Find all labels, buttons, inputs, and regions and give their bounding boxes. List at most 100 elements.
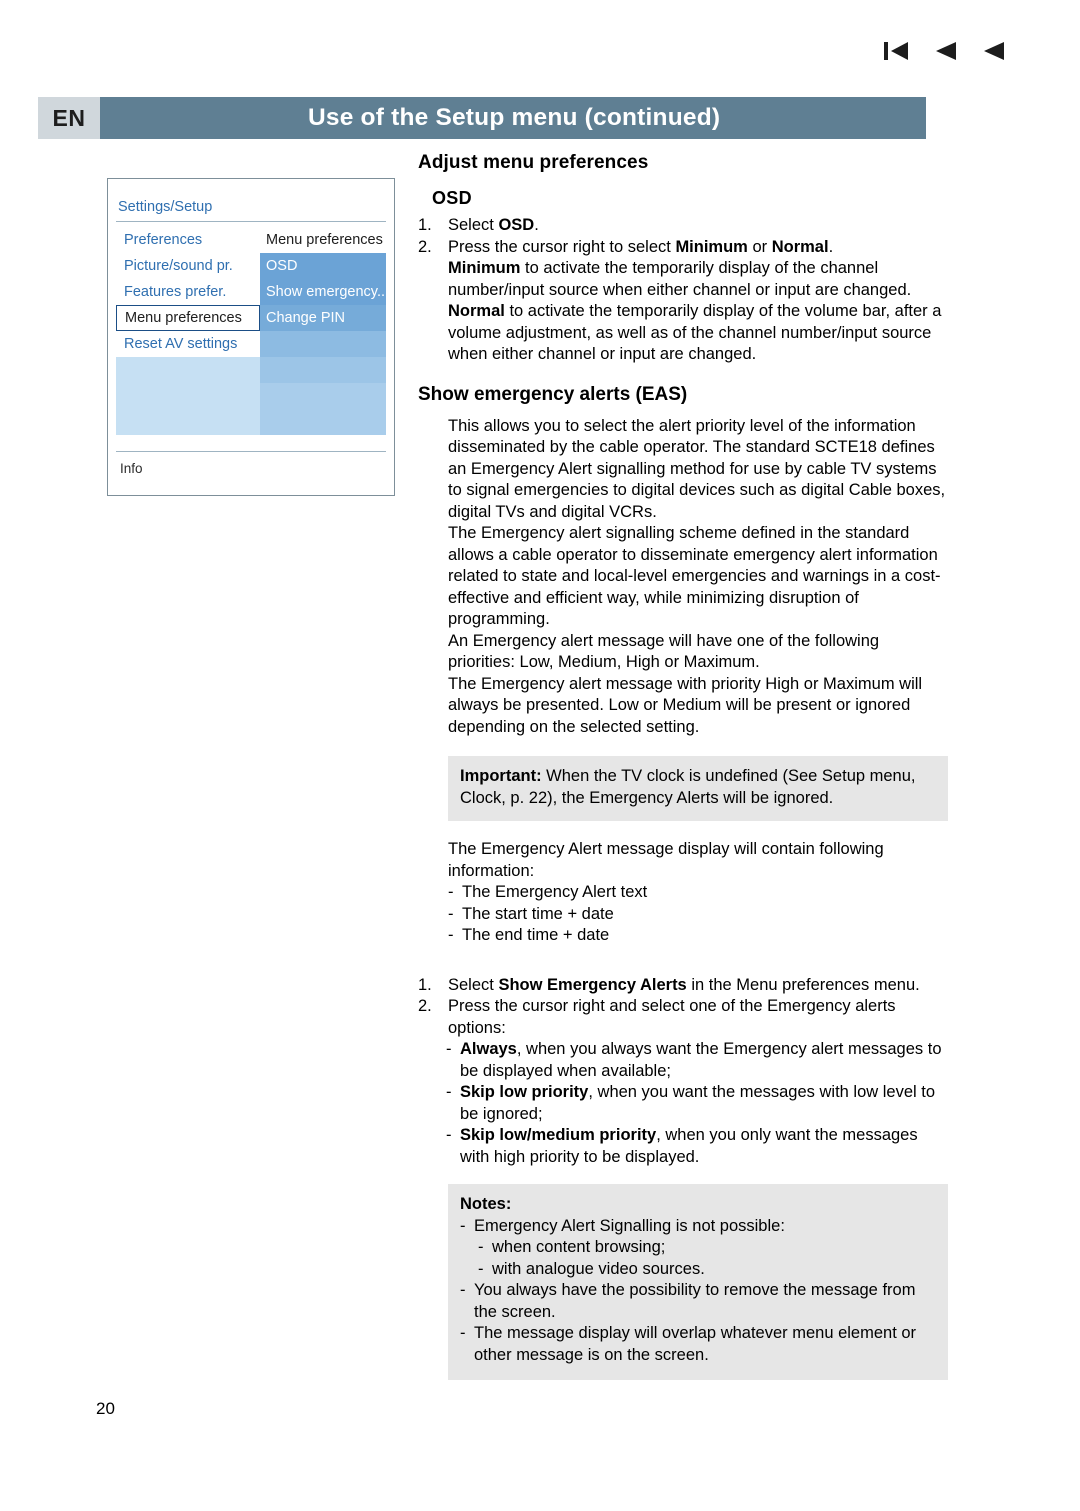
osd-step-2-body: Press the cursor right to select Minimum… [448,237,948,259]
dash-option-1: - [446,1040,452,1058]
notes-title: Notes: [460,1195,512,1213]
skip-back-icon[interactable] [882,38,910,64]
page-number: 20 [96,1399,115,1418]
final-step-2-body: Press the cursor right and select one of… [448,997,896,1037]
osd-item-picture-sound[interactable]: Picture/sound pr. [116,253,260,279]
option-skip-low-medium: - Skip low/medium priority, when you only… [446,1125,948,1168]
language-chip: EN [38,97,100,139]
osd-left-filler-1 [116,357,260,383]
osd-item-preferences[interactable]: Preferences [116,227,260,253]
dash-2: - [448,904,454,923]
option-skip-low-medium-body: Skip low/medium priority, when you only … [460,1125,948,1168]
note-1-sub-1-text: when content browsing; [492,1238,666,1256]
osd-step-2-number: 2. [418,237,432,256]
option-always-text: , when you always want the Emergency ale… [460,1040,942,1080]
triangle-left-icon[interactable] [932,38,958,64]
dash-1: - [448,883,454,901]
osd-item-features[interactable]: Features prefer. [116,279,260,305]
final-step-1: 1. Select Show Emergency Alerts in the M… [418,975,948,997]
eas-paragraph-1: This allows you to select the alert prio… [448,416,946,521]
osd-right-item-change-pin[interactable]: Change PIN [260,305,386,331]
osd-info-label: Info [120,461,143,476]
display-item-1: - The Emergency Alert text [448,882,948,904]
osd-title: Settings/Setup [118,199,213,215]
final-step-1-pre: Select [448,975,499,994]
osd-right-column: Menu preferences OSD Show emergency.. Ch… [260,227,386,435]
osd-item-reset-av[interactable]: Reset AV settings [116,331,260,357]
osd-divider-top [116,221,386,222]
osd-item-menu-preferences[interactable]: Menu preferences [116,305,260,331]
note-1-sub-1: - when content browsing; [478,1237,936,1259]
option-always-body: Always, when you always want the Emergen… [460,1039,948,1082]
dash-note-1: - [460,1216,466,1235]
dash-note-3: - [460,1324,466,1342]
note-2-text: You always have the possibility to remov… [474,1281,916,1321]
display-intro-paragraph: The Emergency Alert message display will… [448,840,884,880]
option-skip-low-body: Skip low priority, when you want the mes… [460,1082,948,1125]
osd-right-header: Menu preferences [266,232,383,248]
osd-steps-list: 1. Select OSD. 2. Press the cursor right… [418,215,948,258]
note-1-sub-2: - with analogue video sources. [478,1259,936,1281]
osd-step-2: 2. Press the cursor right to select Mini… [418,237,948,259]
osd-right-filler-3 [260,383,386,409]
osd-step-2-bold-minimum: Minimum [675,237,748,256]
notes-callout: Notes: - Emergency Alert Signalling is no… [448,1184,948,1380]
osd-right-filler-1 [260,331,386,357]
display-item-2: - The start time + date [448,904,948,926]
option-skip-low-medium-label: Skip low/medium priority [460,1126,657,1144]
osd-left-filler-2 [116,383,260,409]
osd-step-2-mid: or [747,237,772,256]
osd-step-1-body: Select OSD. [448,215,948,237]
page-navigation-arrows[interactable] [882,38,1006,64]
osd-step-1-text: Select [448,216,499,234]
dash-3: - [448,926,454,944]
main-content: Adjust menu preferences OSD 1. Select OS… [418,152,948,1380]
dash-note-2: - [460,1281,466,1299]
osd-right-filler-4 [260,409,386,435]
note-3-text: The message display will overlap whateve… [474,1324,917,1364]
osd-right-item-osd[interactable]: OSD [260,253,386,279]
osd-right-item-show-emergency[interactable]: Show emergency.. [260,279,386,305]
page-title: Use of the Setup menu (continued) [308,104,721,131]
dash-option-3: - [446,1126,452,1144]
section-title-show-emergency-alerts: Show emergency alerts (EAS) [418,383,688,405]
normal-text: to activate the temporarily display of t… [448,302,942,363]
eas-paragraph-3: An Emergency alert message will have one… [448,631,880,672]
note-3: - The message display will overlap whatev… [460,1323,936,1366]
option-skip-low-label: Skip low priority [460,1083,589,1101]
display-item-2-text: The start time + date [462,904,614,923]
subsection-title-osd: OSD [432,188,472,208]
note-1-sub-2-text: with analogue video sources. [492,1259,705,1278]
osd-step-1: 1. Select OSD. [418,215,948,237]
option-always-label: Always [460,1040,517,1058]
dash-note-1-sub-2: - [478,1259,484,1278]
note-1: - Emergency Alert Signalling is not possi… [460,1216,936,1238]
triangle-left-icon-2[interactable] [980,38,1006,64]
display-item-1-text: The Emergency Alert text [462,883,648,901]
important-callout: Important: When the TV clock is undefine… [448,756,948,821]
eas-paragraph-2: The Emergency alert signalling scheme de… [448,524,941,628]
eas-paragraph-4: The Emergency alert message with priorit… [448,674,923,736]
page-header-band: Use of the Setup menu (continued) [38,97,926,139]
osd-divider-bottom [116,451,386,452]
final-step-1-bold: Show Emergency Alerts [498,975,687,994]
important-label: Important: [460,767,542,785]
note-1-text: Emergency Alert Signalling is not possib… [474,1216,785,1235]
option-skip-low: - Skip low priority, when you want the me… [446,1082,948,1125]
note-2: - You always have the possibility to remo… [460,1280,936,1323]
dash-option-2: - [446,1083,452,1101]
osd-step-2-tail: . [828,237,834,256]
final-step-1-number: 1. [418,975,432,994]
osd-left-column: Preferences Picture/sound pr. Features p… [116,227,260,435]
normal-paragraph: Normal to activate the temporarily displ… [448,301,948,366]
dash-note-1-sub-1: - [478,1238,484,1256]
osd-right-filler-2 [260,357,386,383]
final-step-1-body: Select Show Emergency Alerts in the Menu… [448,975,948,997]
osd-left-filler-3 [116,409,260,435]
option-always: - Always, when you always want the Emerge… [446,1039,948,1082]
final-step-2-number: 2. [418,997,432,1015]
minimum-paragraph: Minimum to activate the temporarily disp… [448,258,948,301]
osd-step-1-bold: OSD [498,216,535,234]
